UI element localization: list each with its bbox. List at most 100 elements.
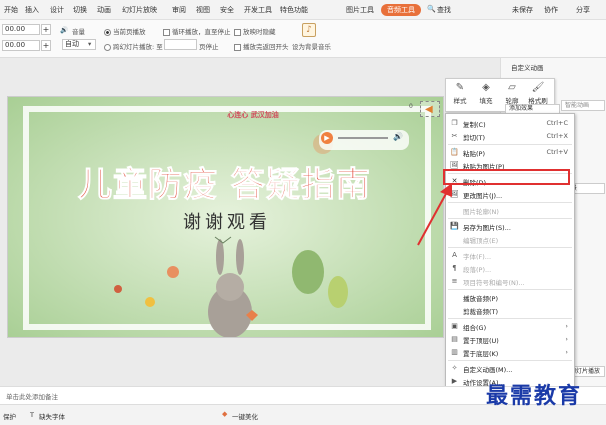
context-item-8: 编辑顶点(E) — [446, 233, 574, 245]
rewind-checkbox[interactable]: 播放完返回开头 — [234, 41, 289, 51]
bg-music-button[interactable]: 设为背景音乐 — [292, 41, 331, 51]
context-item-label: 置于底层(K) — [463, 350, 499, 358]
fade-out-input[interactable]: 00.00 — [2, 40, 40, 51]
loop-checkbox[interactable]: 循环播放，直至停止 — [163, 26, 231, 36]
menu-bar: 开始 插入 设计 切换 动画 幻灯片放映 审阅 视图 安全 开发工具 特色功能 … — [0, 0, 606, 20]
context-item-label: 组合(G) — [463, 324, 487, 332]
page-stop-input[interactable] — [164, 39, 197, 50]
volume-label[interactable]: 音量 — [72, 26, 85, 36]
menu-separator — [448, 289, 572, 290]
bg-music-icon[interactable]: ♪ — [302, 23, 316, 37]
fill-button[interactable]: ◈ 填充 — [474, 81, 498, 105]
menu-separator — [448, 318, 572, 319]
bring-front-icon: ▤ — [451, 335, 458, 343]
context-item-label: 图片轮廓(N) — [463, 208, 499, 216]
cut-icon: ✂ — [451, 132, 458, 140]
slide-title: 儿童防疫 答疑指南 — [78, 165, 371, 206]
volume-icon[interactable]: 🔊 — [60, 26, 68, 34]
fade-out-plus[interactable]: + — [41, 40, 51, 51]
menu-slideshow[interactable]: 幻灯片放映 — [122, 5, 157, 15]
context-item-12[interactable]: 播放音频(P) — [446, 291, 574, 303]
audio-object-selection[interactable]: ◀ — [420, 101, 440, 117]
beautify-icon: ◆ — [222, 410, 228, 418]
beautify-button[interactable]: 一键美化 — [232, 411, 258, 421]
context-item-label: 播放音频(P) — [463, 295, 498, 303]
context-item-label: 编辑顶点(E) — [463, 237, 499, 245]
search-icon[interactable]: 🔍 — [427, 5, 436, 13]
menu-review[interactable]: 审阅 — [172, 5, 186, 15]
missing-font-button[interactable]: 缺失字体 — [39, 411, 65, 421]
protect-status[interactable]: 保护 — [3, 411, 16, 421]
notes-placeholder[interactable]: 单击此处添加备注 — [6, 391, 58, 401]
context-item-label: 剪切(T) — [463, 134, 486, 142]
context-item-2[interactable]: 📋 粘贴(P) Ctrl+V — [446, 146, 574, 158]
context-item-label: 字体(F)... — [463, 253, 492, 261]
format-painter-button[interactable]: 🖌 格式刷 — [526, 81, 550, 105]
context-item-6: 图片轮廓(N) — [446, 204, 574, 216]
font-icon: A — [452, 251, 457, 259]
menu-insert[interactable]: 插入 — [25, 5, 39, 15]
outline-icon: ▱ — [508, 82, 516, 93]
menu-view[interactable]: 视图 — [196, 5, 210, 15]
shortcut-label: Ctrl+X — [546, 132, 568, 140]
context-item-14[interactable]: ▣ 组合(G) › — [446, 320, 574, 332]
fade-in-plus[interactable]: + — [41, 24, 51, 35]
play-cross-radio[interactable]: 跨幻灯片播放: 至 — [104, 41, 163, 51]
play-button[interactable]: ▶ — [321, 132, 333, 144]
context-item-15[interactable]: ▤ 置于顶层(U) › — [446, 333, 574, 345]
menu-features[interactable]: 特色功能 — [280, 5, 308, 15]
action-icon: ▶ — [451, 377, 458, 385]
context-item-label: 项目符号和编号(N)... — [463, 279, 525, 287]
smart-anim-button[interactable]: 智能动画 — [561, 100, 605, 111]
volume-icon[interactable]: 🔊 — [393, 132, 403, 141]
menu-transition[interactable]: 切换 — [73, 5, 87, 15]
menu-design[interactable]: 设计 — [50, 5, 64, 15]
audio-progress[interactable] — [338, 137, 388, 139]
highlight-box — [443, 169, 570, 185]
numbering-icon: ≡ — [451, 277, 458, 285]
shortcut-label: › — [565, 348, 568, 356]
context-item-5[interactable]: 🖼 更改图片(J)... — [446, 188, 574, 200]
menu-devtools[interactable]: 开发工具 — [244, 5, 272, 15]
style-button[interactable]: ✎ 样式 — [448, 81, 472, 105]
paste-icon: 📋 — [450, 148, 459, 156]
unsaved-status[interactable]: 未保存 — [512, 5, 533, 15]
font-icon: T — [30, 411, 34, 419]
context-item-0[interactable]: ❐ 复制(C) Ctrl+C — [446, 117, 574, 129]
slide-subtitle: 谢谢观看 — [183, 212, 271, 233]
context-item-7[interactable]: 💾 另存为图片(S)... — [446, 220, 574, 232]
menu-animation[interactable]: 动画 — [97, 5, 111, 15]
menu-picture-tools[interactable]: 图片工具 — [346, 5, 374, 15]
outline-button[interactable]: ▱ 轮廓 — [500, 81, 524, 105]
shortcut-label: Ctrl+C — [546, 119, 568, 127]
search-label[interactable]: 查找 — [437, 5, 451, 15]
hide-checkbox[interactable]: 放映时隐藏 — [234, 26, 276, 36]
share-button[interactable]: 分享 — [576, 5, 590, 15]
context-item-13[interactable]: 剪裁音频(T) — [446, 304, 574, 316]
menu-home[interactable]: 开始 — [4, 5, 18, 15]
shortcut-label: Ctrl+V — [546, 148, 568, 156]
play-current-radio[interactable]: 当前页播放 — [104, 26, 146, 36]
context-item-1[interactable]: ✂ 剪切(T) Ctrl+X — [446, 130, 574, 142]
menu-separator — [448, 218, 572, 219]
send-back-icon: ▥ — [451, 348, 458, 356]
group-icon: ▣ — [451, 322, 458, 330]
menu-separator — [448, 202, 572, 203]
brush-icon: 🖌 — [531, 82, 545, 93]
collab-button[interactable]: 协作 — [544, 5, 558, 15]
context-item-10: ¶ 段落(P)... — [446, 262, 574, 274]
slide-canvas[interactable]: ▶ 🔊 心连心 武汉加油 儿童防疫 答疑指南 谢谢观看 — [7, 96, 444, 338]
red-arrow-icon — [417, 183, 452, 246]
menu-audio-tools[interactable]: 音频工具 — [381, 4, 421, 16]
menu-separator — [448, 360, 572, 361]
speaker-icon: ◀ — [425, 104, 433, 115]
context-item-16[interactable]: ▥ 置于底层(K) › — [446, 346, 574, 358]
fade-in-input[interactable]: 00.00 — [2, 24, 40, 35]
menu-security[interactable]: 安全 — [220, 5, 234, 15]
context-item-label: 粘贴(P) — [463, 150, 485, 158]
heart-badge: 心连心 武汉加油 — [227, 111, 279, 119]
custom-anim-title: 自定义动画 — [511, 64, 544, 72]
ribbon-toolbar: 00.00 + 00.00 + 🔊 音量 自动 ▾ 当前页播放 跨幻灯片播放: … — [0, 20, 606, 58]
pen-icon: ✎ — [455, 82, 465, 93]
context-item-17[interactable]: ✧ 自定义动画(M)... — [446, 362, 574, 374]
